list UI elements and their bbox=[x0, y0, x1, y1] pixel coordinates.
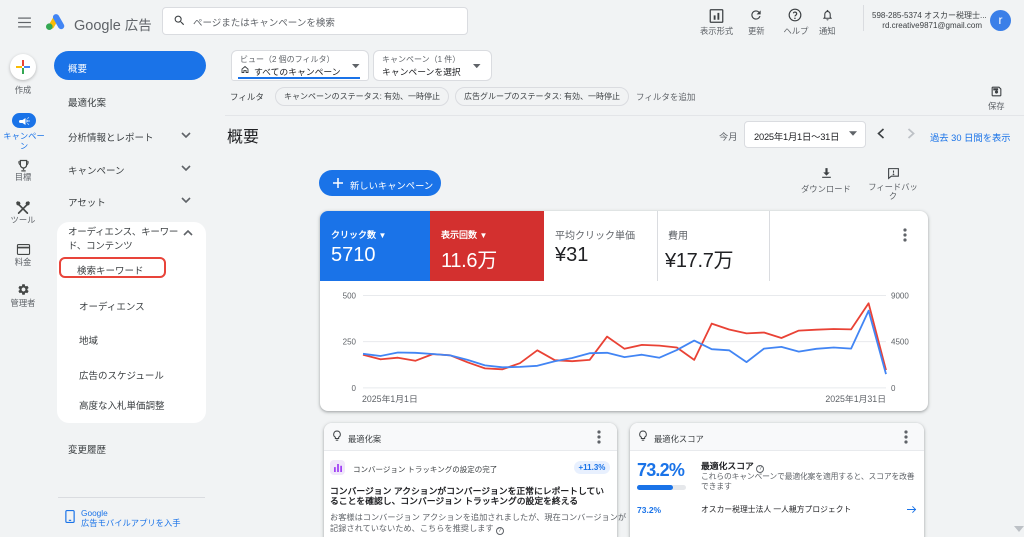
svg-text:0: 0 bbox=[352, 384, 357, 393]
svg-text:2025年1月31日: 2025年1月31日 bbox=[825, 393, 886, 404]
svg-text:0: 0 bbox=[891, 384, 896, 393]
svg-text:250: 250 bbox=[343, 338, 357, 347]
svg-text:500: 500 bbox=[343, 292, 357, 301]
svg-text:4500: 4500 bbox=[891, 338, 909, 347]
svg-text:2025年1月1日: 2025年1月1日 bbox=[362, 393, 418, 404]
svg-text:9000: 9000 bbox=[891, 292, 909, 301]
